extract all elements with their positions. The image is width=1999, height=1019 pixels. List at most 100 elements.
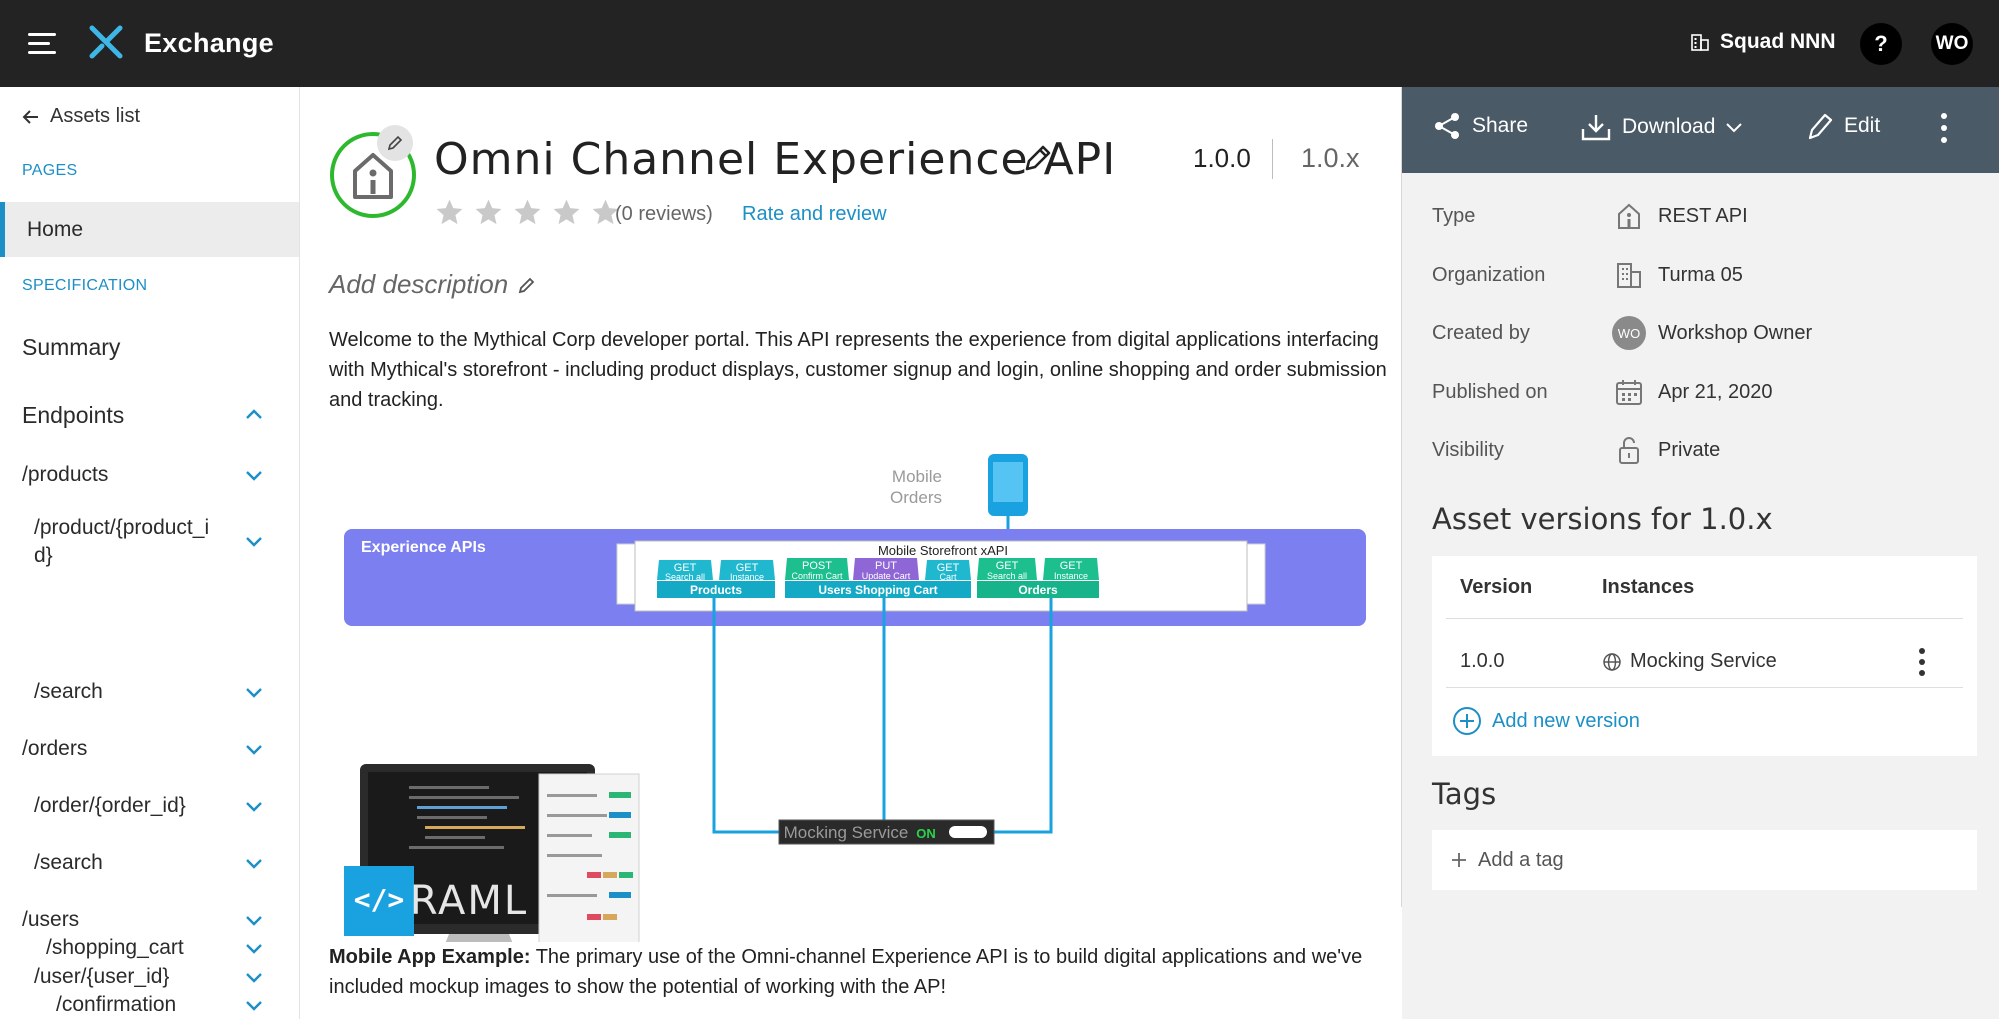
sidebar-item-summary[interactable]: Summary: [0, 333, 299, 361]
version-divider: [1272, 139, 1273, 179]
mobile-phone-screen: [993, 462, 1023, 502]
sidebar-item-label: /user/{user_id}: [34, 965, 170, 988]
chevron-down-icon: [246, 859, 262, 869]
chevron-down-icon: [246, 1001, 262, 1011]
add-tag-label: Add a tag: [1478, 848, 1564, 871]
sidebar-item-endpoint[interactable]: /search: [0, 678, 299, 706]
edit-button[interactable]: Edit: [1806, 111, 1880, 141]
current-version[interactable]: 1.0.0: [1193, 143, 1251, 174]
sidebar-item-endpoint[interactable]: /confirmation: [0, 991, 299, 1019]
sidebar-item-endpoint[interactable]: /users: [0, 906, 299, 934]
sidebar-item-endpoint[interactable]: /product/{product_i d}: [0, 514, 299, 570]
group-label: Products: [690, 583, 742, 597]
download-icon: [1581, 115, 1611, 141]
sidebar-item-label: /users: [22, 908, 80, 931]
method-desc: Instance: [1054, 571, 1088, 581]
rating-stars[interactable]: [434, 197, 621, 228]
chevron-down-icon: [246, 944, 262, 954]
metadata-row-organization: Organization Turma 05: [1432, 255, 1972, 295]
version-cell[interactable]: 1.0.0: [1460, 650, 1504, 673]
star-icon: [475, 199, 502, 225]
row-options-icon[interactable]: [1917, 648, 1927, 682]
connector-line: [712, 598, 819, 834]
sidebar-item-label-continued: d}: [34, 544, 53, 567]
pencil-icon[interactable]: [1021, 141, 1055, 175]
globe-icon: [1603, 652, 1621, 671]
metadata-value: Workshop Owner: [1658, 321, 1813, 344]
metadata-row-created-by: Created by WO Workshop Owner: [1432, 313, 1972, 353]
instance-label: Mocking Service: [1630, 650, 1777, 672]
share-label: Share: [1472, 114, 1529, 137]
help-button[interactable]: ?: [1860, 23, 1902, 65]
back-link-label: Assets list: [50, 105, 141, 127]
sidebar-item-endpoint[interactable]: /orders: [0, 735, 299, 763]
sidebar-item-label: /product/{product_i: [34, 516, 210, 539]
chevron-down-icon: [246, 973, 262, 983]
mobile-label-2: Orders: [890, 488, 942, 507]
organization-switcher[interactable]: Squad NNN: [1690, 30, 1836, 54]
metadata-value: Private: [1658, 438, 1721, 461]
sidebar-item-endpoint[interactable]: /shopping_cart: [0, 934, 299, 962]
metadata-key: Organization: [1432, 263, 1546, 286]
experience-apis-label: Experience APIs: [361, 539, 486, 556]
add-new-version-button[interactable]: Add new version: [1452, 706, 1640, 736]
building-icon: [1691, 34, 1709, 51]
top-navigation-bar: Exchange Squad NNN ? WO: [0, 0, 1999, 87]
share-button[interactable]: Share: [1432, 111, 1528, 141]
mobile-app-example-label: Mobile App Example:: [329, 946, 531, 968]
pencil-icon: [387, 135, 403, 151]
sidebar-item-home[interactable]: Home: [0, 202, 299, 257]
table-divider: [1446, 687, 1963, 688]
sidebar-item-endpoint[interactable]: /order/{order_id}: [0, 792, 299, 820]
sidebar-item-label: /orders: [22, 737, 88, 760]
arrow-left-icon: [22, 109, 38, 124]
chevron-down-icon: [1726, 123, 1743, 133]
download-button[interactable]: Download: [1580, 111, 1743, 143]
star-icon: [436, 199, 463, 225]
rate-and-review-link[interactable]: Rate and review: [742, 203, 887, 226]
more-options-icon[interactable]: [1938, 113, 1950, 149]
add-tag-button[interactable]: Add a tag: [1432, 830, 1977, 890]
sidebar-item-label: Summary: [22, 334, 121, 360]
back-to-assets-link[interactable]: Assets list: [22, 105, 140, 128]
user-avatar[interactable]: WO: [1931, 23, 1973, 65]
star-icon: [514, 199, 541, 225]
instance-cell[interactable]: Mocking Service: [1602, 650, 1777, 673]
creator-initials: WO: [1612, 316, 1646, 350]
add-description-button[interactable]: Add description: [329, 269, 536, 300]
review-count: (0 reviews): [615, 203, 713, 225]
metadata-key: Published on: [1432, 380, 1548, 403]
group-label: Orders: [1018, 583, 1058, 597]
sidebar-item-endpoint[interactable]: /products: [0, 461, 299, 489]
asset-description: Welcome to the Mythical Corp developer p…: [329, 329, 1387, 411]
mocking-state-label: ON: [916, 826, 936, 841]
mocking-service-label: Mocking Service: [784, 823, 909, 842]
code-icon: </>: [354, 883, 405, 916]
chevron-up-icon: [246, 409, 262, 419]
method-desc: Cart: [939, 572, 957, 582]
method-desc: Confirm Cart: [791, 571, 843, 581]
edit-icon-button[interactable]: [377, 125, 413, 161]
asset-actions-bar: Share Download Edit: [1402, 87, 1999, 173]
hamburger-menu-icon[interactable]: [28, 30, 58, 56]
sidebar-item-label: /shopping_cart: [46, 936, 184, 959]
metadata-key: Created by: [1432, 321, 1530, 344]
add-new-version-label: Add new version: [1492, 709, 1640, 732]
sidebar-item-label: /order/{order_id}: [34, 794, 186, 817]
mobile-app-example-text: Mobile App Example: The primary use of t…: [329, 942, 1389, 1002]
column-header: Instances: [1602, 575, 1695, 598]
metadata-value: Apr 21, 2020: [1658, 380, 1773, 403]
sidebar-item-label: /products: [22, 463, 109, 486]
mobile-label-1: Mobile: [892, 467, 942, 486]
sidebar-item-endpoint[interactable]: /user/{user_id}: [0, 963, 299, 991]
sidebar-item-endpoints[interactable]: Endpoints: [0, 401, 299, 429]
pencil-icon: [1808, 113, 1833, 140]
minor-version[interactable]: 1.0.x: [1301, 143, 1360, 174]
left-sidebar: Assets list PAGES Home SPECIFICATION Sum…: [0, 87, 300, 1019]
building-icon: [1612, 258, 1646, 292]
sidebar-item-label: Home: [27, 217, 84, 241]
sidebar-item-endpoint[interactable]: /search: [0, 849, 299, 877]
raml-label: RAML: [410, 878, 528, 924]
chevron-down-icon: [246, 471, 262, 481]
pencil-icon: [518, 277, 535, 293]
